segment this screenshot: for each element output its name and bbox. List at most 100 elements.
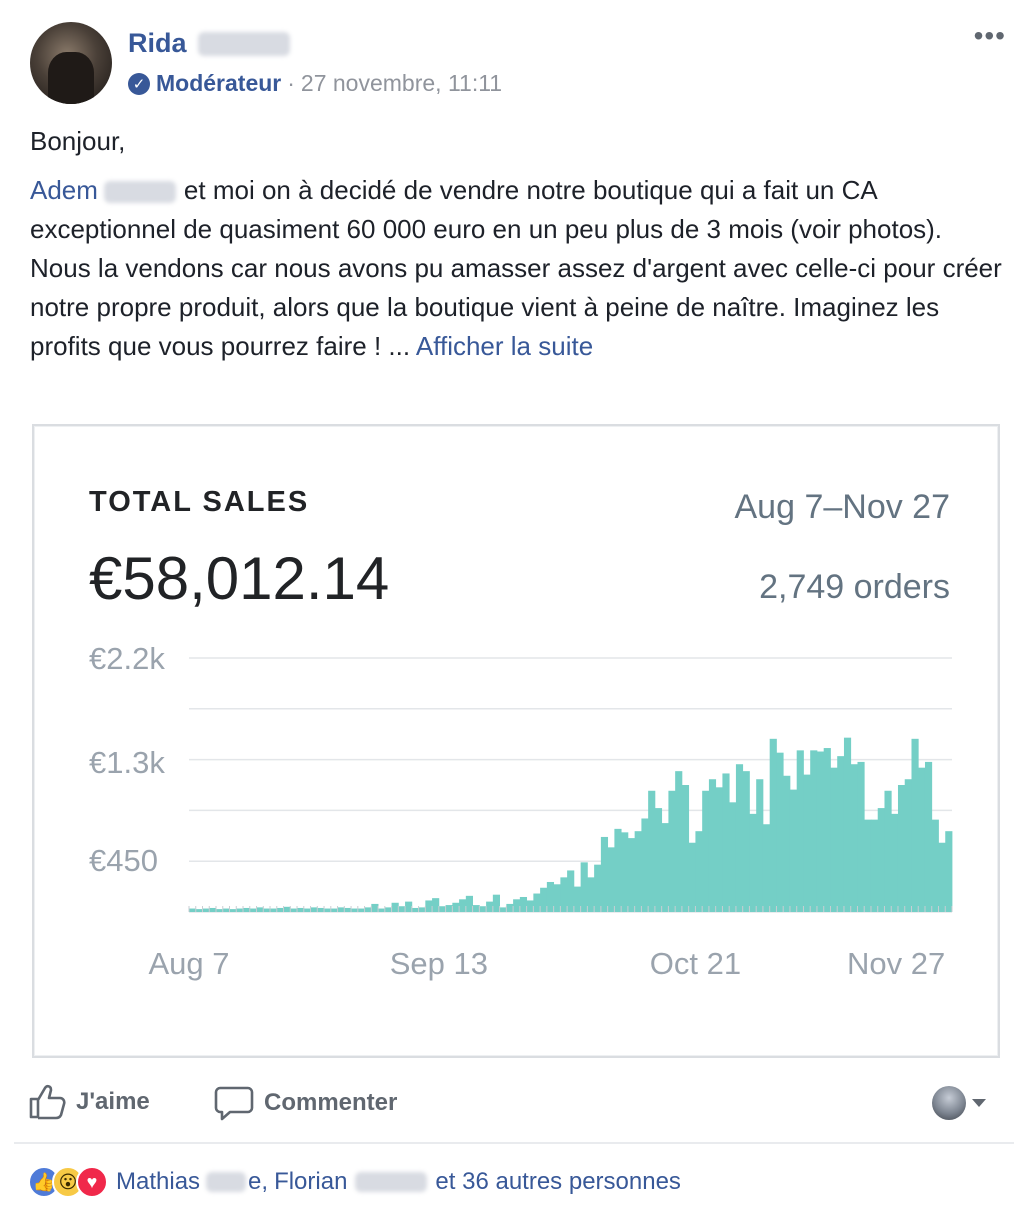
sales-bar bbox=[614, 828, 622, 912]
sales-bar bbox=[742, 771, 750, 912]
redacted-surname bbox=[198, 32, 290, 56]
sales-bar bbox=[830, 767, 838, 912]
sales-bar bbox=[695, 831, 703, 912]
sales-bar bbox=[600, 836, 609, 912]
sales-bar bbox=[681, 785, 690, 912]
paragraph-1: Adem et moi on à decidé de vendre notre b… bbox=[30, 171, 1005, 249]
sales-bar bbox=[870, 819, 879, 912]
sales-bar bbox=[776, 752, 784, 912]
comment-button[interactable]: Commenter bbox=[214, 1084, 397, 1122]
sales-bar bbox=[729, 802, 737, 912]
sales-bar bbox=[688, 842, 696, 912]
sales-bar bbox=[459, 899, 467, 912]
reactor-name-1[interactable]: Mathias bbox=[116, 1168, 200, 1196]
more-horizontal-icon[interactable]: ••• bbox=[974, 22, 1006, 50]
sales-bar bbox=[236, 908, 244, 912]
sales-bar bbox=[553, 884, 561, 912]
post-header: Rida ✓ Modérateur · 27 novembre, 11:11 •… bbox=[30, 20, 1010, 110]
sales-bar bbox=[391, 902, 399, 912]
y-tick-label: €2.2k bbox=[89, 641, 165, 676]
sales-bar bbox=[513, 899, 521, 912]
sales-bar bbox=[357, 908, 365, 912]
others-count[interactable]: et 36 autres personnes bbox=[435, 1168, 681, 1196]
redacted-reactor-2 bbox=[355, 1172, 428, 1192]
sales-bar bbox=[580, 862, 588, 912]
reactor-name-2[interactable]: Florian bbox=[274, 1168, 347, 1196]
sales-bar bbox=[351, 908, 359, 912]
sales-bar bbox=[661, 823, 669, 912]
divider bbox=[14, 1142, 1014, 1144]
mention-link[interactable]: Adem bbox=[30, 175, 98, 205]
sales-bar bbox=[607, 847, 615, 912]
sales-bar bbox=[837, 756, 845, 912]
sales-bar bbox=[546, 881, 555, 912]
sales-bar bbox=[209, 907, 217, 912]
sales-bar bbox=[924, 761, 933, 912]
sales-bar bbox=[938, 842, 946, 912]
sales-bar bbox=[843, 737, 852, 912]
sales-bar bbox=[324, 908, 332, 912]
sales-bar bbox=[317, 907, 325, 912]
avatar[interactable] bbox=[30, 22, 112, 104]
sales-bar bbox=[371, 903, 379, 912]
audience-avatar-icon bbox=[932, 1086, 966, 1120]
reactor-name-1-suffix: e, bbox=[248, 1168, 269, 1195]
greeting: Bonjour, bbox=[30, 126, 126, 156]
sales-bar bbox=[891, 813, 899, 912]
sales-bar bbox=[627, 838, 636, 912]
sales-bar bbox=[499, 907, 507, 912]
sales-bar bbox=[195, 909, 203, 912]
paragraph-2: Nous la vendons car nous avons pu amasse… bbox=[30, 249, 1005, 366]
moderator-badge-icon: ✓ bbox=[128, 72, 150, 95]
sales-bar bbox=[472, 905, 480, 912]
sales-bar bbox=[479, 906, 487, 912]
sales-bar bbox=[621, 832, 629, 912]
sales-chart-card[interactable]: TOTAL SALES €58,012.14 Aug 7–Nov 27 2,74… bbox=[32, 424, 1000, 1058]
audience-selector[interactable] bbox=[932, 1086, 986, 1120]
sales-bar bbox=[276, 907, 284, 912]
sales-bar bbox=[438, 906, 446, 912]
like-button[interactable]: J'aime bbox=[28, 1084, 150, 1120]
role-label[interactable]: Modérateur bbox=[156, 70, 281, 97]
sales-bar bbox=[540, 887, 548, 912]
see-more-link[interactable]: Afficher la suite bbox=[416, 331, 593, 361]
sales-bar bbox=[405, 901, 413, 912]
sales-bar bbox=[634, 831, 642, 912]
sales-bar bbox=[378, 908, 386, 912]
y-tick-label: €1.3k bbox=[89, 745, 165, 780]
sales-bar bbox=[249, 908, 257, 912]
sales-bar bbox=[823, 748, 831, 912]
thumbs-up-icon bbox=[29, 1084, 66, 1120]
sales-bar bbox=[297, 907, 305, 912]
sales-bar bbox=[722, 773, 730, 912]
sales-bar bbox=[877, 808, 885, 912]
y-tick-label: €450 bbox=[89, 843, 158, 878]
sales-bar bbox=[911, 738, 919, 912]
sales-bar bbox=[310, 907, 318, 912]
reaction-names: Mathias e, Florian et 36 autres personne… bbox=[116, 1168, 681, 1196]
sales-bar bbox=[931, 819, 939, 912]
sales-bar bbox=[384, 907, 392, 912]
sales-bar bbox=[756, 779, 764, 912]
sales-bar bbox=[216, 909, 224, 912]
sales-bar bbox=[654, 808, 663, 912]
love-reaction-icon: ♥ bbox=[76, 1166, 108, 1198]
like-label: J'aime bbox=[76, 1088, 150, 1115]
sales-bar bbox=[398, 906, 406, 912]
sales-bar bbox=[945, 831, 953, 912]
post-timestamp[interactable]: 27 novembre, 11:11 bbox=[301, 70, 502, 97]
x-tick-label: Nov 27 bbox=[847, 946, 945, 981]
sales-bar bbox=[445, 905, 453, 912]
comment-bubble-icon bbox=[214, 1086, 254, 1121]
sales-bar bbox=[290, 908, 298, 912]
sales-bar bbox=[810, 750, 818, 912]
sales-bar bbox=[587, 877, 595, 912]
sales-bar bbox=[675, 771, 683, 912]
reactions-summary[interactable]: 👍 😮 ♥ Mathias e, Florian et 36 autres pe… bbox=[28, 1160, 681, 1204]
author-name[interactable]: Rida bbox=[128, 28, 187, 59]
sales-bar bbox=[783, 775, 791, 912]
sales-bar bbox=[256, 907, 264, 912]
sales-bar bbox=[668, 790, 676, 912]
sales-bar bbox=[452, 902, 460, 912]
x-tick-label: Oct 21 bbox=[650, 946, 741, 981]
